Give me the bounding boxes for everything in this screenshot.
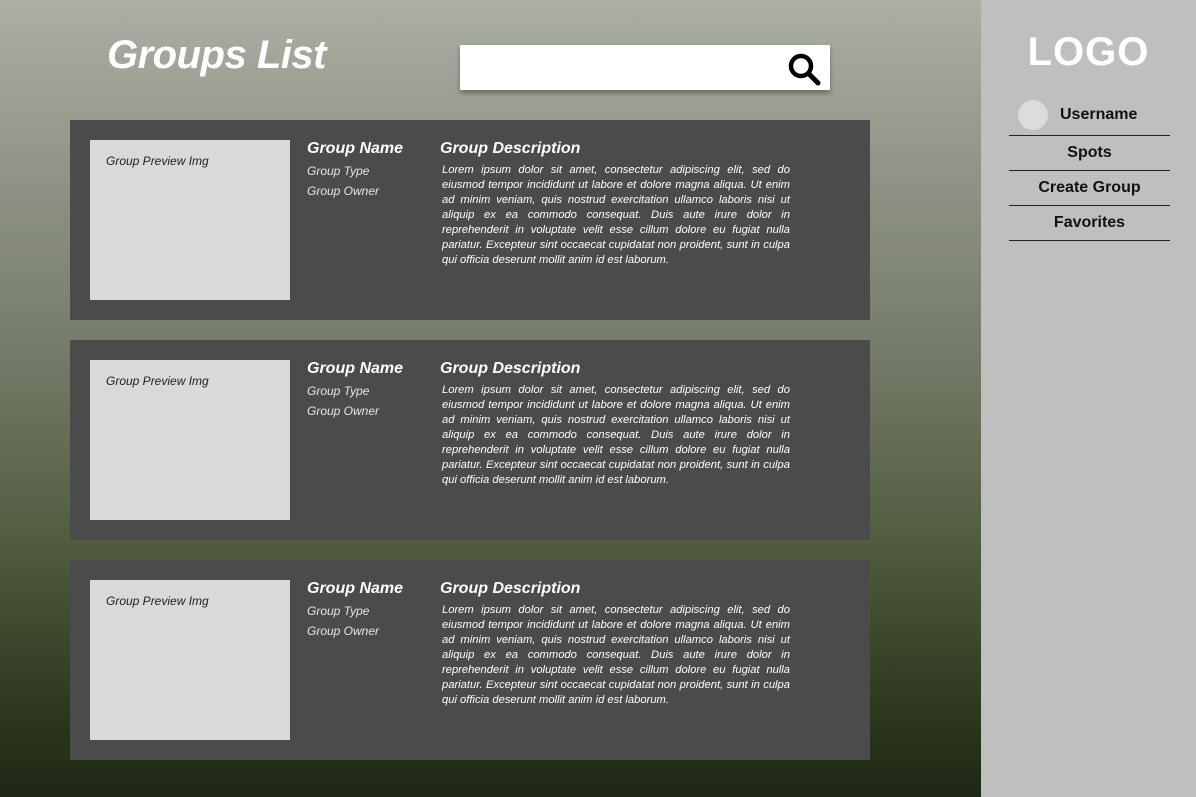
group-preview-image: Group Preview Img xyxy=(90,140,290,300)
group-description-title: Group Description xyxy=(440,140,581,157)
main-content: Groups List Group Preview Img Group Name… xyxy=(0,0,981,797)
group-preview-image: Group Preview Img xyxy=(90,580,290,740)
group-type: Group Type xyxy=(307,384,370,398)
group-description: Lorem ipsum dolor sit amet, consectetur … xyxy=(442,384,790,486)
group-preview-label: Group Preview Img xyxy=(106,374,209,388)
group-owner: Group Owner xyxy=(307,404,380,418)
group-description-title: Group Description xyxy=(440,360,581,377)
group-preview-label: Group Preview Img xyxy=(106,594,209,608)
group-description-title: Group Description xyxy=(440,580,581,597)
nav-item-create-group[interactable]: Create Group xyxy=(1009,171,1170,206)
group-preview-label: Group Preview Img xyxy=(106,154,209,168)
group-owner: Group Owner xyxy=(307,184,380,198)
sidebar: LOGO Username Spots Create Group Favorit… xyxy=(981,0,1196,797)
nav-item-favorites[interactable]: Favorites xyxy=(1009,206,1170,241)
group-card[interactable]: Group Preview Img Group Name Group Type … xyxy=(70,120,870,320)
avatar[interactable] xyxy=(1018,100,1048,130)
group-name[interactable]: Group Name xyxy=(307,580,403,598)
group-name[interactable]: Group Name xyxy=(307,360,403,378)
user-profile[interactable]: Username xyxy=(1009,98,1170,136)
group-type: Group Type xyxy=(307,164,370,178)
group-name[interactable]: Group Name xyxy=(307,140,403,158)
group-description: Lorem ipsum dolor sit amet, consectetur … xyxy=(442,604,790,706)
group-preview-image: Group Preview Img xyxy=(90,360,290,520)
page-title: Groups List xyxy=(107,33,326,77)
username[interactable]: Username xyxy=(1060,106,1137,124)
group-description: Lorem ipsum dolor sit amet, consectetur … xyxy=(442,164,790,266)
group-card[interactable]: Group Preview Img Group Name Group Type … xyxy=(70,560,870,760)
group-type: Group Type xyxy=(307,604,370,618)
search-icon[interactable] xyxy=(787,52,821,86)
nav-item-spots[interactable]: Spots xyxy=(1009,136,1170,171)
group-card[interactable]: Group Preview Img Group Name Group Type … xyxy=(70,340,870,540)
search-bar xyxy=(460,45,830,90)
search-input[interactable] xyxy=(460,45,780,90)
logo[interactable]: LOGO xyxy=(981,30,1196,75)
group-owner: Group Owner xyxy=(307,624,380,638)
